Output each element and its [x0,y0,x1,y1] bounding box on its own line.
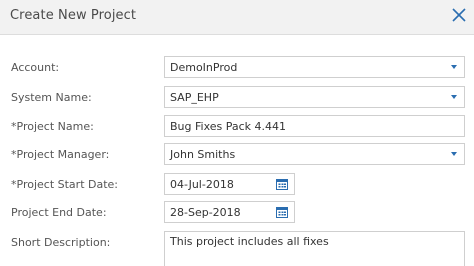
account-row: Account: DemoInProd [0,56,474,80]
chevron-down-icon [451,65,457,69]
start-date-label: *Project Start Date: [11,178,118,191]
end-date-value: 28-Sep-2018 [170,206,241,219]
system-name-row: System Name: SAP_EHP [0,86,474,110]
create-project-dialog: Create New Project Account: DemoInProd S… [0,0,474,266]
close-icon[interactable] [449,5,469,25]
short-description-label: Short Description: [11,236,111,249]
start-date-row: *Project Start Date: 04-Jul-2018 [0,173,474,197]
start-date-input[interactable]: 04-Jul-2018 [164,173,295,195]
dialog-header: Create New Project [0,0,474,35]
short-description-value: This project includes all fixes [170,235,329,248]
project-manager-row: *Project Manager: John Smiths [0,143,474,167]
system-name-label: System Name: [11,91,92,104]
project-manager-select[interactable]: John Smiths [164,143,465,165]
project-manager-value: John Smiths [170,148,236,161]
calendar-icon[interactable] [276,178,288,190]
chevron-down-icon [451,95,457,99]
short-description-textarea[interactable]: This project includes all fixes [164,231,465,266]
dialog-title: Create New Project [10,8,137,23]
chevron-down-icon [451,152,457,156]
start-date-value: 04-Jul-2018 [170,178,234,191]
end-date-label: Project End Date: [11,206,107,219]
project-name-input[interactable]: Bug Fixes Pack 4.441 [164,115,465,137]
account-value: DemoInProd [170,61,238,74]
project-name-value: Bug Fixes Pack 4.441 [170,120,287,133]
account-select[interactable]: DemoInProd [164,56,465,78]
short-description-row: Short Description: This project includes… [0,231,474,266]
system-name-value: SAP_EHP [170,91,219,104]
project-name-row: *Project Name: Bug Fixes Pack 4.441 [0,115,474,139]
calendar-icon[interactable] [276,206,288,218]
system-name-select[interactable]: SAP_EHP [164,86,465,108]
project-name-label: *Project Name: [11,120,94,133]
account-label: Account: [11,61,60,74]
end-date-input[interactable]: 28-Sep-2018 [164,201,295,223]
end-date-row: Project End Date: 28-Sep-2018 [0,201,474,225]
project-manager-label: *Project Manager: [11,148,110,161]
